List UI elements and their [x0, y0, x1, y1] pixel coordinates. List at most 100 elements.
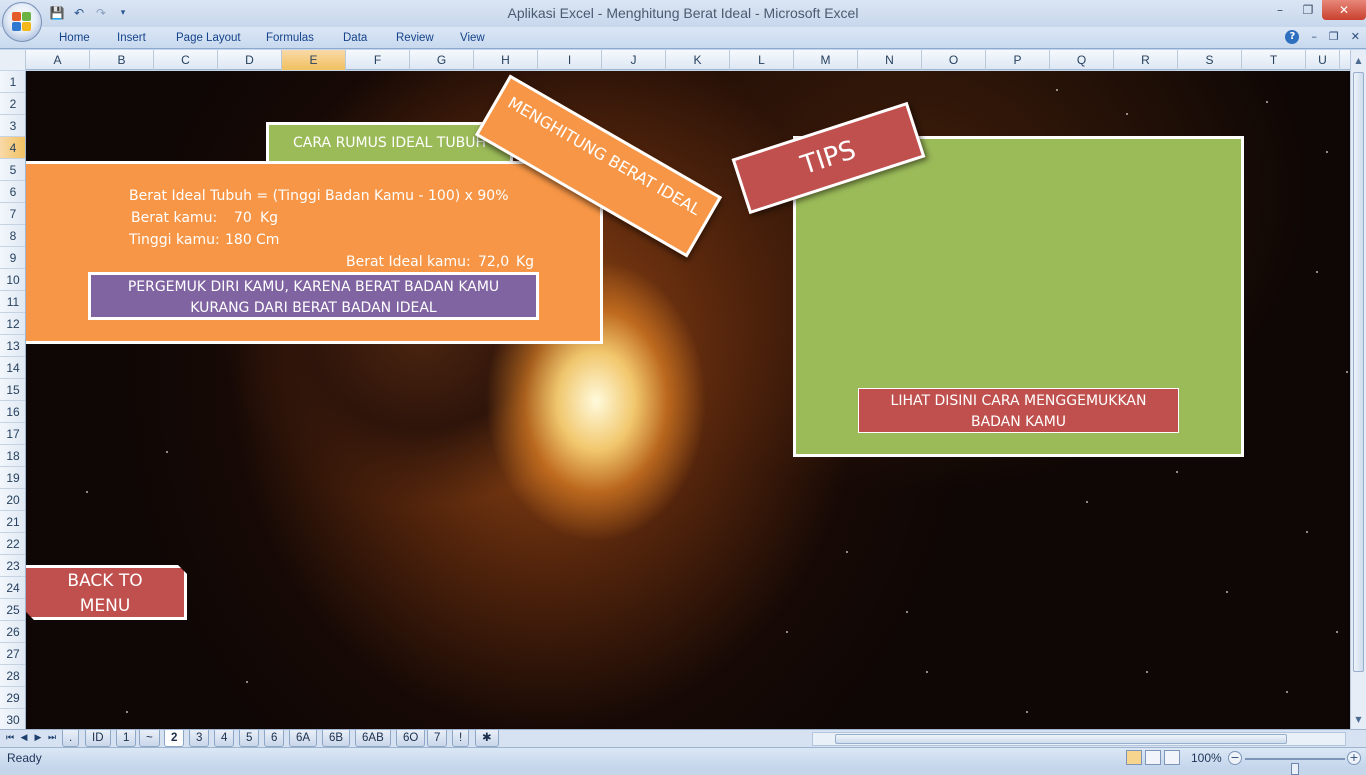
- tips-link-button[interactable]: LIHAT DISINI CARA MENGGEMUKKAN BADAN KAM…: [858, 388, 1179, 433]
- sheet-tab-8[interactable]: 5: [239, 730, 260, 747]
- row-header-22[interactable]: 22: [0, 533, 25, 555]
- tab-data[interactable]: Data: [343, 32, 367, 44]
- zoom-slider-thumb[interactable]: [1291, 763, 1299, 775]
- tab-insert[interactable]: Insert: [117, 32, 146, 44]
- close-icon[interactable]: ✕: [1322, 0, 1366, 20]
- column-header-q[interactable]: Q: [1050, 50, 1114, 70]
- row-header-29[interactable]: 29: [0, 687, 25, 709]
- sheet-tab-9[interactable]: 6: [264, 730, 285, 747]
- row-header-26[interactable]: 26: [0, 621, 25, 643]
- sheet-tab-5[interactable]: 2: [164, 730, 185, 747]
- row-header-21[interactable]: 21: [0, 511, 25, 533]
- column-header-c[interactable]: C: [154, 50, 218, 70]
- page-break-view-icon[interactable]: [1164, 750, 1180, 765]
- next-sheet-icon[interactable]: ▶: [32, 732, 44, 745]
- row-header-8[interactable]: 8: [0, 225, 25, 247]
- first-sheet-icon[interactable]: ⏮: [4, 732, 16, 745]
- restore-workbook-icon[interactable]: ❐: [1329, 30, 1339, 44]
- zoom-in-icon[interactable]: +: [1347, 751, 1361, 765]
- row-header-14[interactable]: 14: [0, 357, 25, 379]
- sheet-tab-15[interactable]: !: [452, 730, 470, 747]
- row-header-1[interactable]: 1: [0, 71, 25, 93]
- column-header-f[interactable]: F: [346, 50, 410, 70]
- tab-formulas[interactable]: Formulas: [266, 32, 314, 44]
- scroll-up-icon[interactable]: ▲: [1352, 54, 1365, 68]
- column-header-s[interactable]: S: [1178, 50, 1242, 70]
- zoom-out-icon[interactable]: −: [1228, 751, 1242, 765]
- column-header-i[interactable]: I: [538, 50, 602, 70]
- row-header-30[interactable]: 30: [0, 709, 25, 729]
- vertical-scrollbar[interactable]: ▲ ▼: [1350, 50, 1366, 729]
- row-header-5[interactable]: 5: [0, 159, 25, 181]
- sheet-tab-7[interactable]: 4: [214, 730, 235, 747]
- insert-sheet-icon[interactable]: ✱: [475, 730, 499, 747]
- row-header-19[interactable]: 19: [0, 467, 25, 489]
- row-header-6[interactable]: 6: [0, 181, 25, 203]
- worksheet-area[interactable]: Berat Ideal Tubuh = (Tinggi Badan Kamu -…: [26, 71, 1350, 729]
- row-header-28[interactable]: 28: [0, 665, 25, 687]
- column-header-b[interactable]: B: [90, 50, 154, 70]
- sheet-tab-10[interactable]: 6A: [289, 730, 318, 747]
- prev-sheet-icon[interactable]: ◀: [18, 732, 30, 745]
- row-header-12[interactable]: 12: [0, 313, 25, 335]
- office-button[interactable]: [2, 2, 42, 42]
- column-header-n[interactable]: N: [858, 50, 922, 70]
- row-header-9[interactable]: 9: [0, 247, 25, 269]
- row-header-18[interactable]: 18: [0, 445, 25, 467]
- row-header-2[interactable]: 2: [0, 93, 25, 115]
- column-header-o[interactable]: O: [922, 50, 986, 70]
- row-header-7[interactable]: 7: [0, 203, 25, 225]
- column-header-l[interactable]: L: [730, 50, 794, 70]
- column-header-r[interactable]: R: [1114, 50, 1178, 70]
- tab-home[interactable]: Home: [59, 32, 90, 44]
- column-header-d[interactable]: D: [218, 50, 282, 70]
- zoom-slider[interactable]: [1245, 758, 1345, 775]
- sheet-tab-11[interactable]: 6B: [322, 730, 351, 747]
- column-header-m[interactable]: M: [794, 50, 858, 70]
- vertical-scroll-thumb[interactable]: [1353, 72, 1364, 672]
- row-header-23[interactable]: 23: [0, 555, 25, 577]
- minimize-icon[interactable]: –: [1266, 0, 1294, 20]
- column-header-h[interactable]: H: [474, 50, 538, 70]
- row-header-17[interactable]: 17: [0, 423, 25, 445]
- row-header-11[interactable]: 11: [0, 291, 25, 313]
- row-header-13[interactable]: 13: [0, 335, 25, 357]
- row-header-15[interactable]: 15: [0, 379, 25, 401]
- row-header-25[interactable]: 25: [0, 599, 25, 621]
- back-to-menu-button[interactable]: BACK TO MENU: [26, 565, 187, 620]
- minimize-workbook-icon[interactable]: –: [1311, 30, 1317, 44]
- column-header-j[interactable]: J: [602, 50, 666, 70]
- row-header-24[interactable]: 24: [0, 577, 25, 599]
- horizontal-scrollbar[interactable]: [812, 732, 1346, 746]
- sheet-tab-2[interactable]: ID: [85, 730, 111, 747]
- sheet-tab-4[interactable]: ~: [139, 730, 160, 747]
- column-header-t[interactable]: T: [1242, 50, 1306, 70]
- page-layout-view-icon[interactable]: [1145, 750, 1161, 765]
- last-sheet-icon[interactable]: ⏭: [46, 732, 58, 745]
- horizontal-scroll-thumb[interactable]: [835, 734, 1287, 744]
- sheet-tab-12[interactable]: 6AB: [355, 730, 391, 747]
- tab-review[interactable]: Review: [396, 32, 434, 44]
- zoom-level[interactable]: 100%: [1191, 751, 1222, 765]
- column-header-u[interactable]: U: [1306, 50, 1340, 70]
- sheet-tab-13[interactable]: 6O: [396, 730, 426, 747]
- row-header-4[interactable]: 4: [0, 137, 25, 159]
- scroll-down-icon[interactable]: ▼: [1352, 713, 1365, 727]
- maximize-icon[interactable]: ❐: [1294, 0, 1322, 20]
- row-header-16[interactable]: 16: [0, 401, 25, 423]
- close-workbook-icon[interactable]: ✕: [1351, 30, 1360, 44]
- row-header-20[interactable]: 20: [0, 489, 25, 511]
- help-icon[interactable]: ?: [1285, 30, 1300, 44]
- normal-view-icon[interactable]: [1126, 750, 1142, 765]
- column-header-k[interactable]: K: [666, 50, 730, 70]
- sheet-tab-6[interactable]: 3: [189, 730, 210, 747]
- column-header-e[interactable]: E: [282, 50, 346, 70]
- sheet-tab-14[interactable]: 7: [427, 730, 448, 747]
- tab-view[interactable]: View: [460, 32, 485, 44]
- row-header-3[interactable]: 3: [0, 115, 25, 137]
- column-header-p[interactable]: P: [986, 50, 1050, 70]
- column-header-g[interactable]: G: [410, 50, 474, 70]
- sheet-tab-3[interactable]: 1: [116, 730, 137, 747]
- row-header-27[interactable]: 27: [0, 643, 25, 665]
- select-all-corner[interactable]: [0, 50, 26, 70]
